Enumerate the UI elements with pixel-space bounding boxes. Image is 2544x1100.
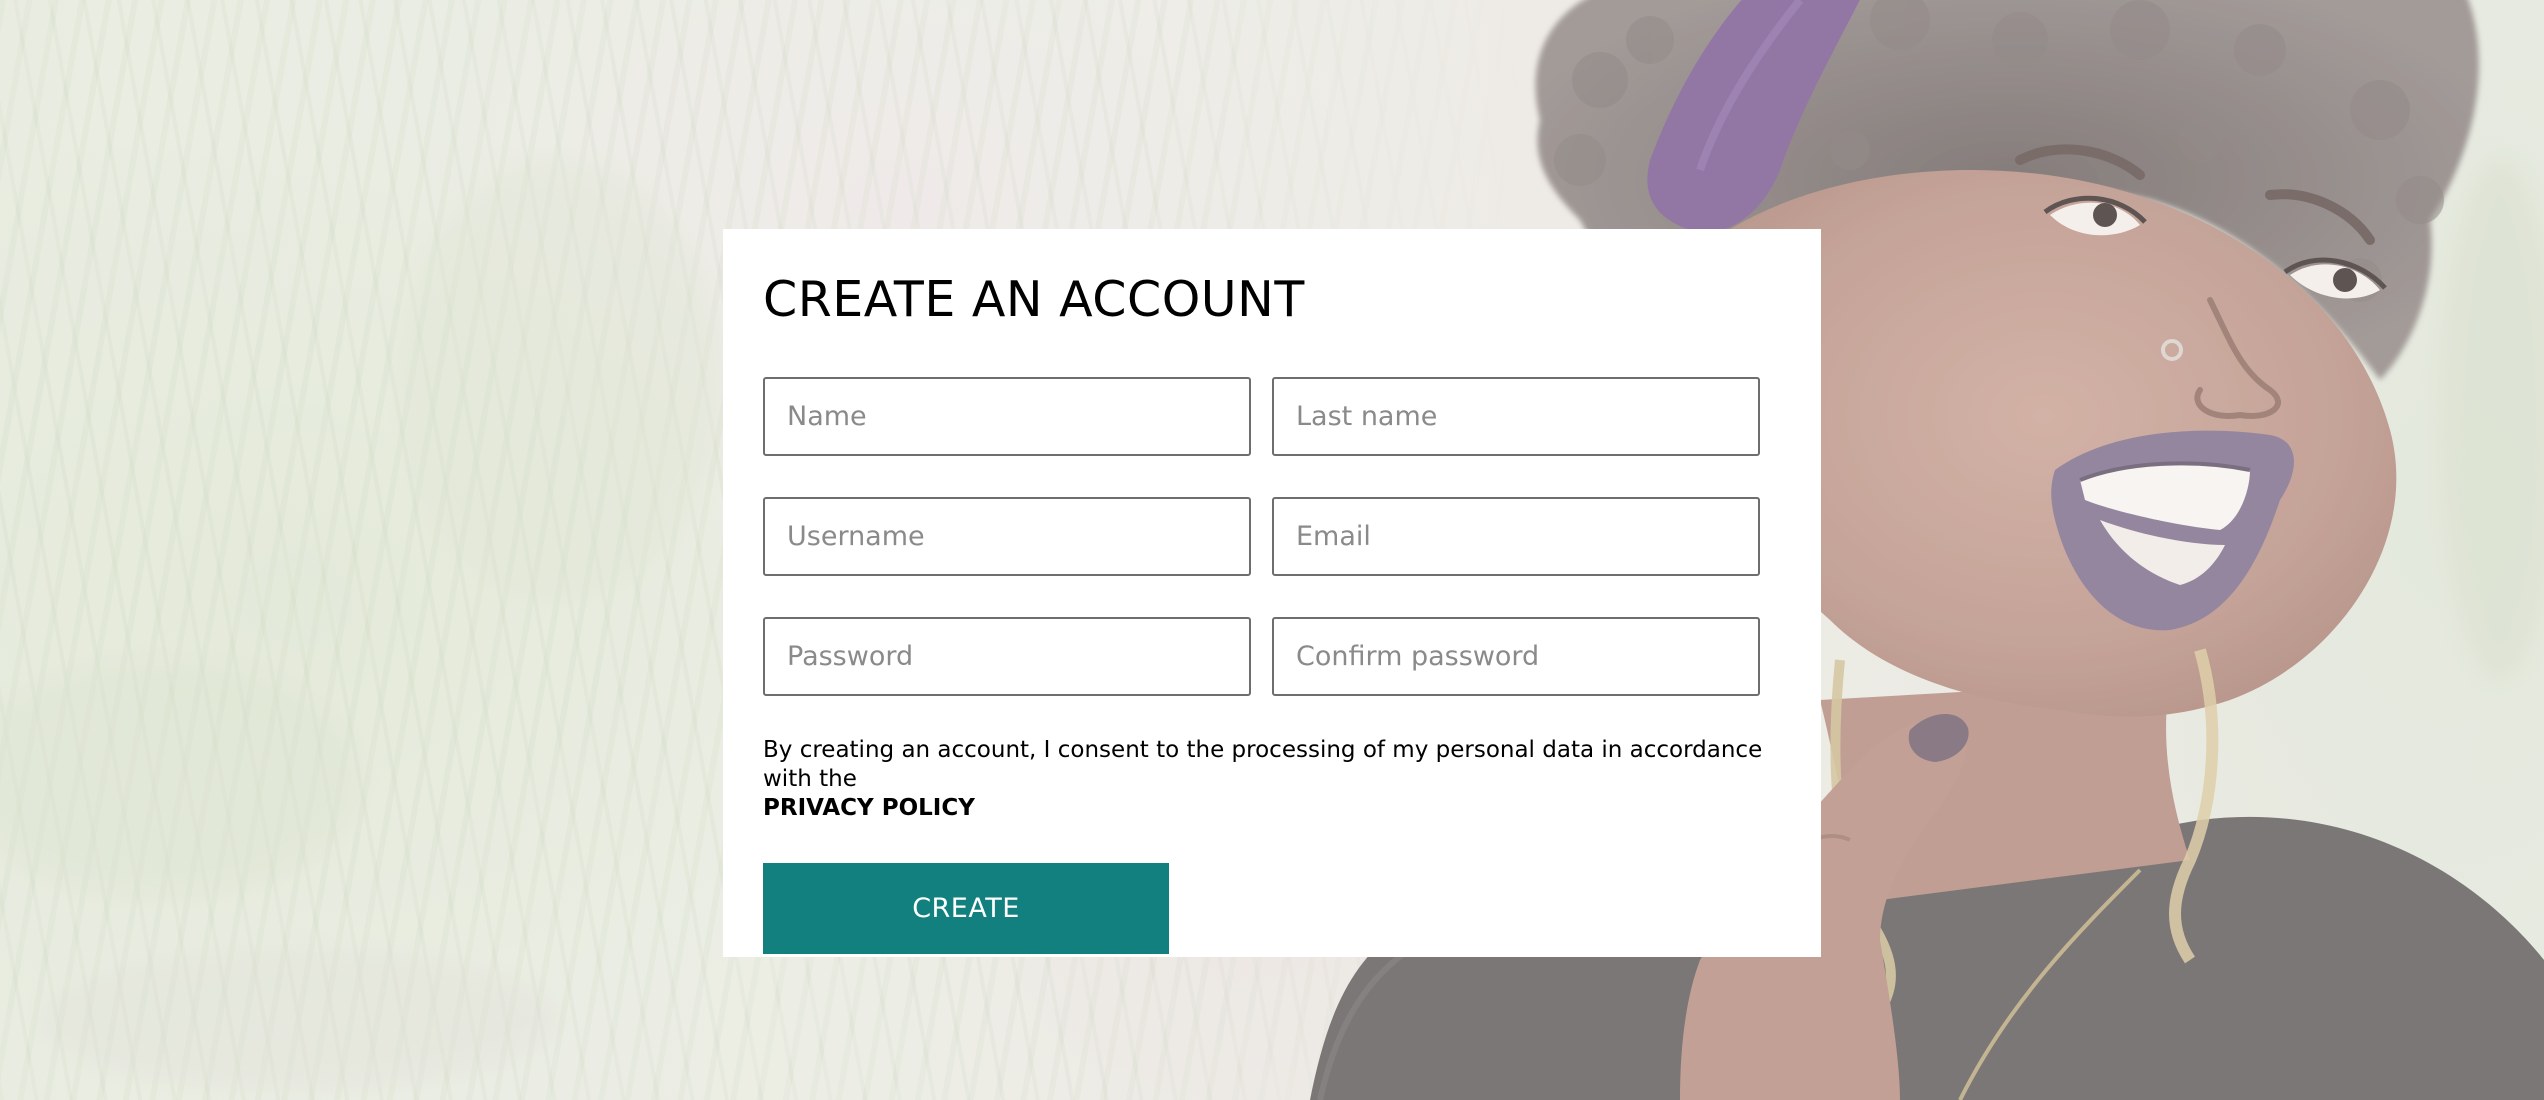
registration-page: CREATE AN ACCOUNT By creating an account… (0, 0, 2544, 1100)
create-account-card: CREATE AN ACCOUNT By creating an account… (723, 229, 1821, 957)
privacy-policy-link[interactable]: PRIVACY POLICY (763, 794, 1773, 823)
username-input[interactable] (763, 497, 1251, 576)
email-input[interactable] (1272, 497, 1760, 576)
name-input[interactable] (763, 377, 1251, 456)
create-account-button[interactable]: CREATE (763, 863, 1169, 954)
consent-notice: By creating an account, I consent to the… (763, 736, 1773, 823)
confirm-password-input[interactable] (1272, 617, 1760, 696)
password-input[interactable] (763, 617, 1251, 696)
registration-fields-grid (763, 377, 1781, 696)
consent-text: By creating an account, I consent to the… (763, 737, 1763, 792)
last-name-input[interactable] (1272, 377, 1760, 456)
page-title: CREATE AN ACCOUNT (763, 271, 1305, 328)
